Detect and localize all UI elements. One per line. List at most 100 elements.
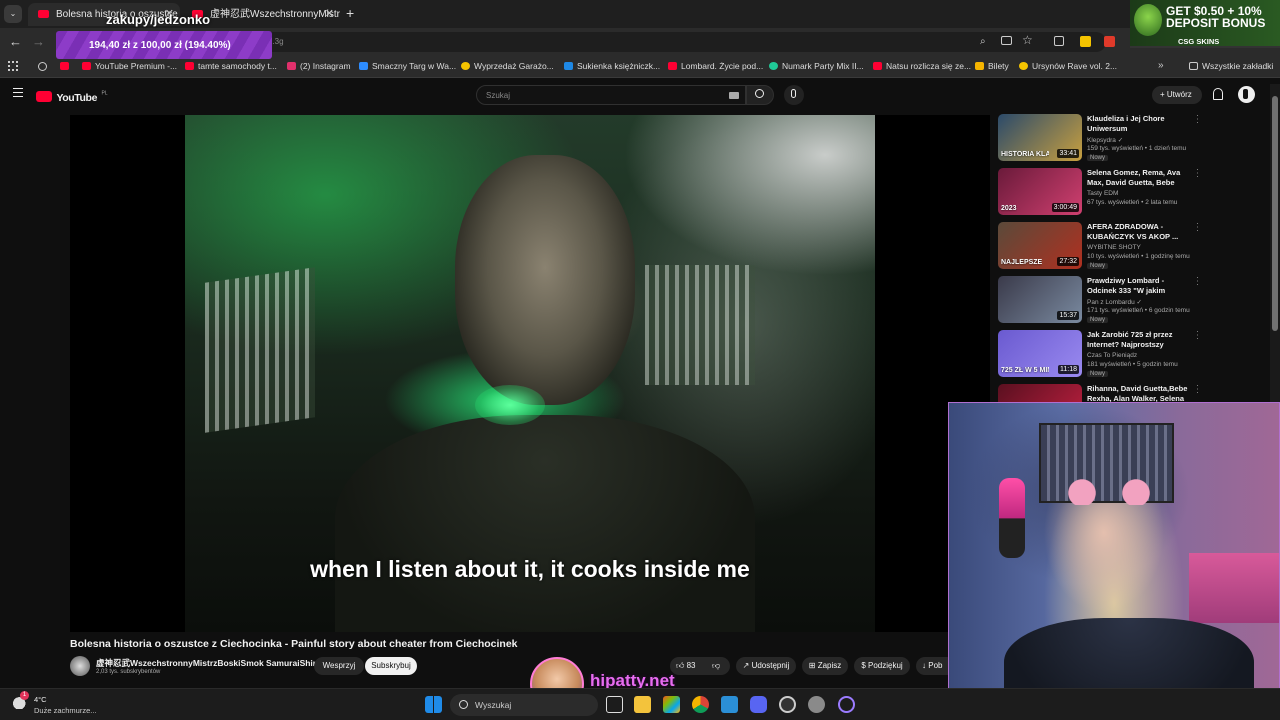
task-view-icon[interactable] (606, 696, 623, 713)
thanks-button[interactable]: $ Podziękuj (854, 657, 910, 675)
install-icon[interactable] (1001, 36, 1012, 45)
bookmark-lombard[interactable]: Lombard. Życie pod... (668, 61, 763, 71)
more-options-icon[interactable]: ⋮ (1193, 168, 1198, 179)
bookmark-bilety[interactable]: Bilety (975, 61, 1009, 71)
more-bookmarks-icon[interactable]: » (1158, 60, 1164, 71)
channel-avatar[interactable] (70, 656, 90, 676)
video-frame[interactable] (185, 115, 875, 632)
bookmark-natsu[interactable]: Natsu rozlicza się ze... (873, 61, 971, 71)
recommendation-item[interactable]: Rihanna, David Guetta,Bebe Rexha, Alan W… (998, 384, 1198, 402)
search-icon (459, 700, 468, 709)
extension-red-icon[interactable] (1104, 36, 1115, 47)
bookmark-icon[interactable] (38, 62, 47, 71)
notifications-bell-icon[interactable] (1213, 88, 1223, 100)
share-button[interactable]: ↗ Udostępnij (736, 657, 796, 675)
create-button[interactable]: + Utwórz (1152, 86, 1202, 104)
bookmark-label: Wszystkie zakładki (1202, 61, 1274, 71)
recommendation-thumbnail[interactable]: 2023 3:00:49 (998, 168, 1082, 215)
bookmark-wyprzedaz[interactable]: Wyprzedaż Garażo... (461, 61, 554, 71)
extension-icon[interactable] (1054, 36, 1064, 46)
video-player[interactable]: when I listen about it, it cooks inside … (70, 115, 990, 632)
discord-icon[interactable] (750, 696, 767, 713)
bookmark-plain[interactable] (60, 61, 73, 71)
support-button[interactable]: Wesprzyj (314, 657, 364, 675)
keyboard-icon[interactable] (729, 92, 739, 99)
voice-search-button[interactable] (784, 85, 804, 105)
recommendation-item[interactable]: 725 ZŁ W 5 MINUT 11:18 Jak Zarobić 725 zł … (998, 330, 1198, 380)
apps-grid-icon[interactable] (8, 61, 18, 71)
file-explorer-icon[interactable] (634, 696, 651, 713)
recommendation-channel: Klepsydra ✓ (1087, 137, 1124, 144)
folder-icon (1189, 62, 1198, 70)
extension-yellow-icon[interactable] (1080, 36, 1091, 47)
recommendation-item[interactable]: 2023 3:00:49 Selena Gomez, Rema, Ava Max, … (998, 168, 1198, 218)
bookmark-ursynow-rave[interactable]: Ursynów Rave vol. 2... (1019, 61, 1117, 71)
subscribe-button[interactable]: Subskrybuj (365, 657, 417, 675)
more-options-icon[interactable]: ⋮ (1193, 384, 1198, 395)
store-icon[interactable] (663, 696, 680, 713)
windows-start-icon[interactable] (425, 696, 442, 713)
recommendation-thumbnail[interactable]: 725 ZŁ W 5 MINUT 11:18 (998, 330, 1082, 377)
weather-desc[interactable]: Duże zachmurze... (34, 706, 97, 715)
bookmark-tamte-samochody[interactable]: tamte samochody t... (185, 61, 277, 71)
obs-icon[interactable] (779, 696, 796, 713)
recommendation-thumbnail[interactable] (998, 384, 1082, 402)
all-bookmarks-folder[interactable]: Wszystkie zakładki (1189, 61, 1273, 71)
bookmark-sukienka[interactable]: Sukienka księżniczk... (564, 61, 660, 71)
recommendation-item[interactable]: NAJLEPSZE 27:32 AFERA ZDRADOWA - KUBAŃCZYK… (998, 222, 1198, 272)
bookmark-smaczny-targ[interactable]: Smaczny Targ w Wa... (359, 61, 456, 71)
video-duration: 27:32 (1057, 257, 1079, 266)
region-code: PL (101, 90, 108, 97)
youtube-favicon-icon (185, 62, 194, 70)
recommendation-thumbnail[interactable]: HISTORIA KLAUDELI 33:41 (998, 114, 1082, 161)
streamer-webcam (948, 402, 1280, 720)
bookmark-youtube-premium[interactable]: YouTube Premium -... (82, 61, 177, 71)
menu-icon[interactable] (13, 88, 23, 97)
notes-icon[interactable] (721, 696, 738, 713)
recommendation-meta: 181 wyświetleń • 5 godzin temu (1087, 361, 1178, 368)
back-icon[interactable]: ← (9, 34, 22, 49)
search-input[interactable]: Szukaj (476, 85, 746, 105)
more-options-icon[interactable]: ⋮ (1193, 114, 1198, 125)
zoom-icon[interactable]: ⌕ (980, 36, 986, 47)
download-label: Pob (928, 661, 943, 670)
app-circle-icon[interactable] (838, 696, 855, 713)
close-tab-icon[interactable]: ✕ (325, 3, 334, 26)
chrome-icon[interactable] (692, 696, 709, 713)
bookmark-star-icon[interactable]: ☆ (1022, 33, 1033, 47)
site-icon (769, 62, 778, 70)
like-button[interactable]: 👍︎ 83 (676, 661, 696, 671)
recommendation-thumbnail[interactable]: 15:37 (998, 276, 1082, 323)
tab-list-button[interactable]: ⌄ (4, 5, 22, 23)
more-options-icon[interactable]: ⋮ (1193, 222, 1198, 233)
more-options-icon[interactable]: ⋮ (1193, 276, 1198, 287)
new-tab-button[interactable]: + (346, 5, 354, 21)
bookmark-label: Bilety (988, 61, 1009, 71)
thumbs-down-icon[interactable]: 👎︎ (712, 661, 720, 671)
settings-gear-icon[interactable] (808, 696, 825, 713)
video-duration: 3:00:49 (1051, 203, 1079, 212)
youtube-favicon-icon (82, 62, 91, 70)
thumbs-up-icon: 👍︎ (676, 661, 685, 670)
recommendation-meta: 171 tys. wyświetleń • 6 godzin temu (1087, 307, 1190, 314)
search-button[interactable] (746, 85, 774, 105)
channel-name[interactable]: 虚神忍武WszechstronnyMistrzBoskiSmok Samurai… (96, 657, 331, 669)
recommendation-title: AFERA ZDRADOWA - KUBAŃCZYK VS AKOP ... (1087, 222, 1179, 241)
recommendation-thumbnail[interactable]: NAJLEPSZE 27:32 (998, 222, 1082, 269)
more-options-icon[interactable]: ⋮ (1193, 330, 1198, 341)
recommendation-item[interactable]: 15:37 Prawdziwy Lombard - Odcinek 333 "W … (998, 276, 1198, 326)
youtube-logo[interactable]: YouTube PL (36, 88, 108, 106)
weather-temp[interactable]: 4°C (34, 695, 47, 704)
account-avatar[interactable] (1238, 86, 1255, 103)
forward-icon[interactable]: → (32, 34, 45, 49)
scrollbar-thumb[interactable] (1272, 96, 1278, 331)
bookmark-numark[interactable]: Numark Party Mix II... (769, 61, 864, 71)
page-scrollbar[interactable] (1270, 84, 1280, 404)
bookmark-instagram[interactable]: (2) Instagram (287, 61, 351, 71)
recommendation-item[interactable]: HISTORIA KLAUDELI 33:41 Klaudeliza i Jej C… (998, 114, 1198, 164)
taskbar-search[interactable]: Wyszukaj (450, 694, 598, 716)
save-button[interactable]: ⊞ Zapisz (802, 657, 848, 675)
like-count: 83 (686, 661, 696, 670)
donation-goal-bar: 194,40 zł z 100,00 zł (194.40%) (56, 31, 272, 59)
car-window-right (645, 265, 755, 385)
